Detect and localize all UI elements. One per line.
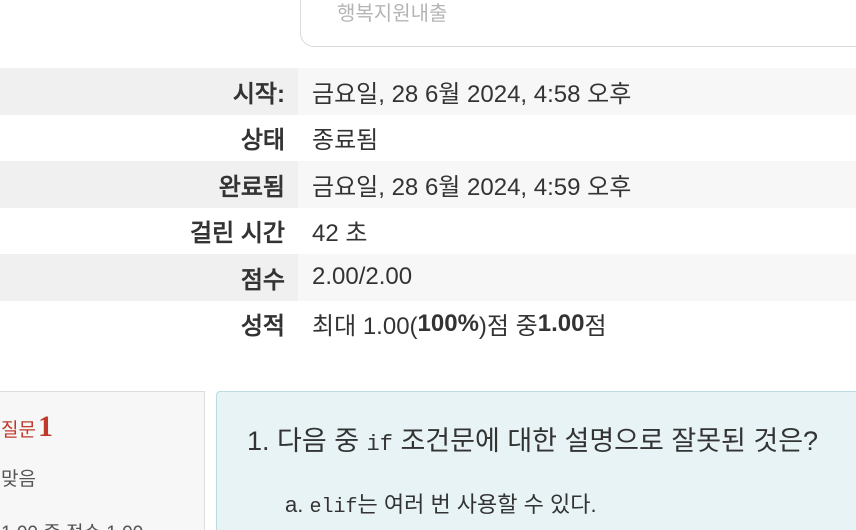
summary-row-marks: 점수 2.00/2.00 — [0, 254, 856, 301]
grade-score: 1.00 — [537, 309, 585, 337]
summary-value-grade: 최대 1.00(100%)점 중 1.00 점 — [298, 301, 607, 348]
question-text-suffix: 조건문에 대한 설명으로 잘못된 것은? — [392, 426, 819, 456]
top-input-box[interactable]: 행복지원내출 — [300, 0, 856, 47]
grade-percent: 100% — [417, 309, 479, 337]
summary-label: 점수 — [0, 254, 298, 301]
summary-value: 42 초 — [312, 220, 368, 248]
question-text: 1. 다음 중 if 조건문에 대한 설명으로 잘못된 것은? — [247, 419, 818, 458]
question-state: 맞음 — [1, 469, 36, 490]
summary-value: 종료됨 — [312, 127, 379, 155]
summary-row-completed: 완료됨 금요일, 28 6월 2024, 4:59 오후 — [0, 161, 856, 208]
summary-label: 완료됨 — [0, 161, 298, 208]
summary-value: 2.00/2.00 — [312, 263, 413, 291]
quiz-review-page: 행복지원내출 시작: 금요일, 28 6월 2024, 4:58 오후 상태 종… — [0, 0, 856, 530]
grade-prefix: 최대 1.00( — [312, 313, 418, 341]
option-code: elif — [309, 496, 358, 519]
summary-value: 금요일, 28 6월 2024, 4:58 오후 — [312, 80, 632, 108]
question-mark: 1.00 중 점수 1.00 — [1, 518, 143, 530]
summary-row-grade: 성적 최대 1.00(100%)점 중 1.00 점 — [0, 300, 856, 348]
question-info-card: 질문1 맞음 1.00 중 점수 1.00 — [0, 391, 205, 530]
top-input-text: 행복지원내출 — [337, 3, 448, 25]
question-code: if — [366, 432, 393, 457]
question-number: 1 — [37, 410, 53, 443]
grade-suffix: 점 — [584, 313, 607, 341]
summary-value: 금요일, 28 6월 2024, 4:59 오후 — [312, 173, 632, 201]
grade-mid: )점 중 — [478, 313, 538, 341]
summary-label: 상태 — [240, 127, 285, 155]
summary-row-time-taken: 걸린 시간 42 초 — [0, 207, 856, 254]
question-word: 질문 — [1, 420, 36, 441]
summary-label: 걸린 시간 — [190, 220, 285, 248]
summary-label: 성적 — [240, 313, 285, 341]
answer-option-a[interactable]: a. elif는 여러 번 사용할 수 있다. — [285, 487, 597, 519]
summary-label: 시작: — [0, 68, 298, 115]
summary-row-state: 상태 종료됨 — [0, 114, 856, 161]
question-text-prefix: 1. 다음 중 — [247, 426, 367, 456]
question-number-title: 질문1 — [1, 410, 53, 444]
attempt-summary-table: 시작: 금요일, 28 6월 2024, 4:58 오후 상태 종료됨 완료됨 … — [0, 68, 856, 347]
question-content-card: 1. 다음 중 if 조건문에 대한 설명으로 잘못된 것은? a. elif는… — [216, 391, 856, 530]
summary-row-started: 시작: 금요일, 28 6월 2024, 4:58 오후 — [0, 68, 856, 115]
option-text: 는 여러 번 사용할 수 있다. — [357, 492, 597, 517]
option-letter: a. — [285, 492, 304, 517]
